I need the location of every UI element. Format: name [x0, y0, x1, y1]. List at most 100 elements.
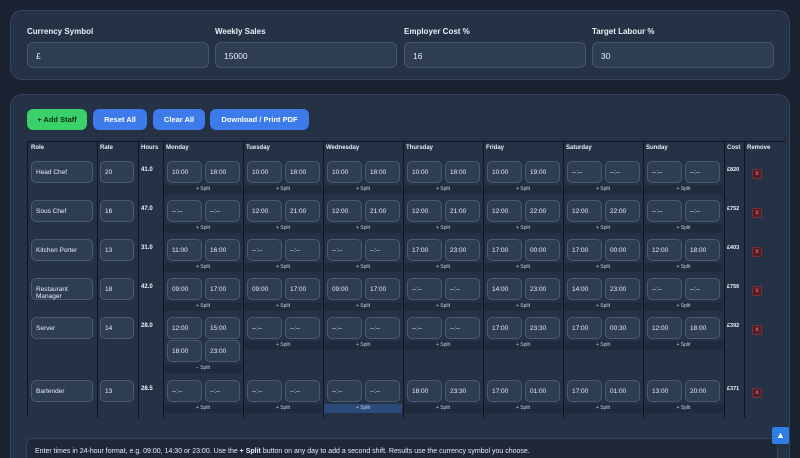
tuesday-end-input[interactable]: --:-- — [285, 239, 320, 261]
saturday-end-input[interactable]: 00:00 — [605, 239, 640, 261]
wednesday-end-input[interactable]: 18:00 — [365, 161, 400, 183]
saturday-start-input[interactable]: 17:00 — [567, 239, 602, 261]
monday-start-input[interactable]: 10:00 — [167, 161, 202, 183]
sunday-start-input[interactable]: --:-- — [647, 200, 682, 222]
sunday-split-button[interactable]: + Split — [644, 225, 723, 231]
target-labour-input[interactable]: 30 — [592, 42, 774, 68]
saturday-split-button[interactable]: + Split — [564, 264, 642, 270]
role-input[interactable]: Kitchen Porter — [31, 239, 93, 261]
tuesday-split-button[interactable]: + Split — [244, 186, 322, 192]
saturday-end-input[interactable]: 00:30 — [605, 317, 640, 339]
saturday-end-input[interactable]: 22:00 — [605, 200, 640, 222]
sunday-split-button[interactable]: + Split — [644, 303, 723, 309]
tuesday-split-button[interactable]: + Split — [244, 225, 322, 231]
remove-button[interactable]: x — [752, 169, 762, 179]
weekly-sales-input[interactable]: 15000 — [215, 42, 397, 68]
role-input[interactable]: Sous Chef — [31, 200, 93, 222]
currency-symbol-input[interactable]: £ — [27, 42, 209, 68]
thursday-start-input[interactable]: --:-- — [407, 317, 442, 339]
thursday-split-button[interactable]: + Split — [404, 405, 482, 411]
friday-start-input[interactable]: 14:00 — [487, 278, 522, 300]
saturday-end-input[interactable]: --:-- — [605, 161, 640, 183]
role-input[interactable]: Restaurant Manager — [31, 278, 93, 300]
monday-split-button[interactable]: + Split — [164, 225, 242, 231]
thursday-split-button[interactable]: + Split — [404, 264, 482, 270]
sunday-start-input[interactable]: --:-- — [647, 278, 682, 300]
wednesday-start-input[interactable]: --:-- — [327, 380, 362, 402]
rate-input[interactable]: 13 — [100, 239, 134, 261]
tuesday-end-input[interactable]: --:-- — [285, 380, 320, 402]
thursday-start-input[interactable]: --:-- — [407, 278, 442, 300]
sunday-end-input[interactable]: --:-- — [685, 161, 720, 183]
monday-split-button[interactable]: + Split — [164, 405, 242, 411]
monday-end-input[interactable]: 17:00 — [205, 278, 240, 300]
tuesday-split-button[interactable]: + Split — [244, 303, 322, 309]
saturday-split-button[interactable]: + Split — [564, 303, 642, 309]
saturday-split-button[interactable]: + Split — [564, 225, 642, 231]
thursday-start-input[interactable]: 12:00 — [407, 200, 442, 222]
friday-end-input[interactable]: 19:00 — [525, 161, 560, 183]
sunday-end-input[interactable]: --:-- — [685, 200, 720, 222]
saturday-start-input[interactable]: --:-- — [567, 161, 602, 183]
friday-split-button[interactable]: + Split — [484, 405, 562, 411]
monday-split-button[interactable]: + Split — [164, 264, 242, 270]
wednesday-split-button[interactable]: + Split — [324, 186, 402, 192]
monday-end-input[interactable]: 18:00 — [205, 161, 240, 183]
sunday-end-input[interactable]: --:-- — [685, 278, 720, 300]
monday-end-input[interactable]: --:-- — [205, 200, 240, 222]
monday-start-input[interactable]: 18:00 — [167, 340, 202, 362]
saturday-start-input[interactable]: 17:00 — [567, 317, 602, 339]
thursday-end-input[interactable]: --:-- — [445, 278, 480, 300]
thursday-end-input[interactable]: 18:00 — [445, 161, 480, 183]
thursday-split-button[interactable]: + Split — [404, 303, 482, 309]
friday-split-button[interactable]: + Split — [484, 186, 562, 192]
tuesday-start-input[interactable]: --:-- — [247, 239, 282, 261]
tuesday-end-input[interactable]: 18:00 — [285, 161, 320, 183]
thursday-end-input[interactable]: 23:30 — [445, 380, 480, 402]
wednesday-start-input[interactable]: 12:00 — [327, 200, 362, 222]
thursday-start-input[interactable]: 18:00 — [407, 380, 442, 402]
friday-start-input[interactable]: 17:00 — [487, 239, 522, 261]
sunday-end-input[interactable]: 20:00 — [685, 380, 720, 402]
tuesday-start-input[interactable]: --:-- — [247, 317, 282, 339]
tuesday-split-button[interactable]: + Split — [244, 405, 322, 411]
monday-split-button[interactable]: + Split — [164, 186, 242, 192]
saturday-start-input[interactable]: 14:00 — [567, 278, 602, 300]
saturday-start-input[interactable]: 17:00 — [567, 380, 602, 402]
thursday-end-input[interactable]: 21:00 — [445, 200, 480, 222]
tuesday-end-input[interactable]: --:-- — [285, 317, 320, 339]
saturday-split-button[interactable]: + Split — [564, 405, 642, 411]
thursday-split-button[interactable]: + Split — [404, 186, 482, 192]
monday-start-input[interactable]: 12:00 — [167, 317, 202, 339]
saturday-end-input[interactable]: 23:00 — [605, 278, 640, 300]
sunday-start-input[interactable]: 13:00 — [647, 380, 682, 402]
monday-end-input[interactable]: 16:00 — [205, 239, 240, 261]
rate-input[interactable]: 16 — [100, 200, 134, 222]
thursday-split-button[interactable]: + Split — [404, 342, 482, 348]
remove-button[interactable]: x — [752, 247, 762, 257]
monday-end-input[interactable]: 23:00 — [205, 340, 240, 362]
reset-all-button[interactable]: Reset All — [93, 109, 147, 130]
sunday-split-button[interactable]: + Split — [644, 342, 723, 348]
friday-start-input[interactable]: 17:00 — [487, 380, 522, 402]
friday-start-input[interactable]: 17:00 — [487, 317, 522, 339]
thursday-start-input[interactable]: 17:00 — [407, 239, 442, 261]
wednesday-start-input[interactable]: 10:00 — [327, 161, 362, 183]
tuesday-start-input[interactable]: 12:00 — [247, 200, 282, 222]
wednesday-start-input[interactable]: --:-- — [327, 317, 362, 339]
friday-split-button[interactable]: + Split — [484, 342, 562, 348]
saturday-start-input[interactable]: 12:00 — [567, 200, 602, 222]
tuesday-end-input[interactable]: 17:00 — [285, 278, 320, 300]
wednesday-end-input[interactable]: 21:00 — [365, 200, 400, 222]
remove-button[interactable]: x — [752, 325, 762, 335]
sunday-split-button[interactable]: + Split — [644, 405, 723, 411]
wednesday-split-button[interactable]: + Split — [324, 303, 402, 309]
tuesday-start-input[interactable]: 10:00 — [247, 161, 282, 183]
rate-input[interactable]: 13 — [100, 380, 134, 402]
monday-start-input[interactable]: --:-- — [167, 380, 202, 402]
wednesday-split-button[interactable]: + Split — [324, 225, 402, 231]
friday-split-button[interactable]: + Split — [484, 264, 562, 270]
friday-end-input[interactable]: 22:00 — [525, 200, 560, 222]
monday-start-input[interactable]: 11:00 — [167, 239, 202, 261]
wednesday-end-input[interactable]: --:-- — [365, 239, 400, 261]
